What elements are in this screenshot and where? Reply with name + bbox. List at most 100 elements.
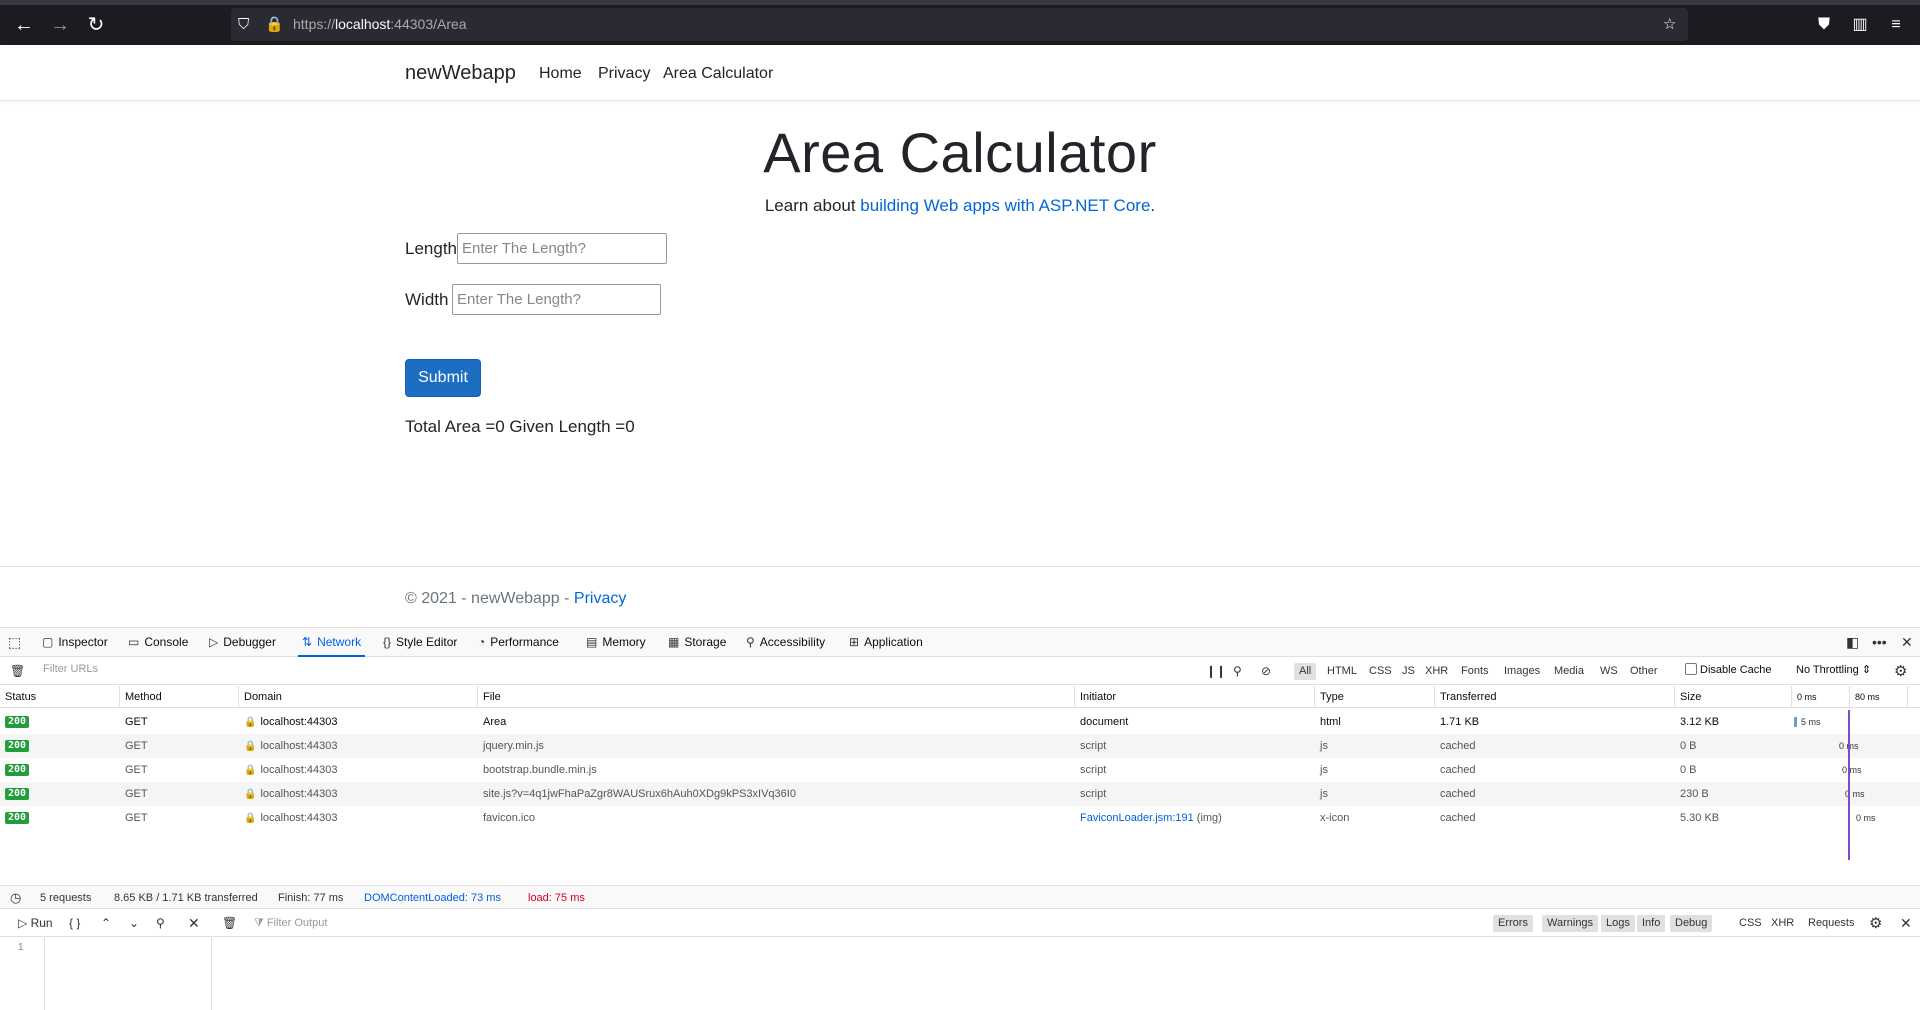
timer-icon[interactable]: ◷: [10, 886, 21, 910]
accessibility-icon: ⚲: [746, 635, 755, 649]
tab-console[interactable]: ▭ Console: [128, 628, 188, 657]
run-button[interactable]: ▷ Run: [18, 910, 53, 937]
search-icon[interactable]: ⚲: [156, 910, 165, 937]
close-devtools-icon[interactable]: ✕: [1901, 628, 1913, 657]
brand-link[interactable]: newWebapp: [405, 62, 516, 85]
forward-icon[interactable]: →: [45, 10, 75, 40]
sidebar-icon[interactable]: ▥: [1845, 10, 1875, 40]
filter-images[interactable]: Images: [1499, 663, 1545, 680]
pocket-icon[interactable]: ⛊: [1809, 10, 1839, 40]
search-icon[interactable]: ⚲: [1233, 658, 1242, 685]
initiator-cell: script: [1080, 764, 1107, 776]
col-type[interactable]: Type: [1315, 686, 1435, 708]
filter-ws[interactable]: WS: [1595, 663, 1623, 680]
block-icon[interactable]: ⊘: [1261, 658, 1271, 685]
size-cell: 230 B: [1680, 788, 1709, 800]
bookmark-star-icon[interactable]: ☆: [1663, 8, 1676, 41]
level-errors[interactable]: Errors: [1493, 915, 1533, 932]
col-status[interactable]: Status: [0, 686, 120, 708]
submit-button[interactable]: Submit: [405, 359, 481, 397]
nav-home[interactable]: Home: [539, 65, 582, 83]
tab-debugger[interactable]: ▷ Debugger: [209, 628, 276, 657]
settings-gear-icon[interactable]: ⚙: [1894, 658, 1907, 685]
col-domain[interactable]: Domain: [239, 686, 478, 708]
address-bar[interactable]: ⛉ 🔒 https://localhost:44303/Area ☆: [231, 8, 1688, 41]
tab-performance[interactable]: ◔ Performance: [478, 628, 559, 657]
requests-table-header: Status Method Domain File Initiator Type…: [0, 686, 1920, 708]
length-input[interactable]: [457, 233, 667, 264]
nav-area-calculator[interactable]: Area Calculator: [663, 65, 773, 83]
tab-style-editor[interactable]: {} Style Editor: [383, 628, 457, 657]
tab-storage[interactable]: ▦ Storage: [668, 628, 726, 657]
close-editor-icon[interactable]: ✕: [188, 910, 200, 937]
shield-icon[interactable]: ⛉: [238, 8, 249, 41]
footer-privacy-link[interactable]: Privacy: [574, 590, 626, 607]
aspnet-docs-link[interactable]: building Web apps with ASP.NET Core: [860, 196, 1150, 215]
toggle-xhr[interactable]: XHR: [1771, 915, 1794, 932]
tab-inspector[interactable]: ▢ Inspector: [42, 628, 108, 657]
filter-other[interactable]: Other: [1625, 663, 1663, 680]
console-settings-icon[interactable]: ⚙: [1869, 910, 1882, 937]
level-warnings[interactable]: Warnings: [1542, 915, 1599, 932]
filter-fonts[interactable]: Fonts: [1456, 663, 1494, 680]
console-editor[interactable]: 1: [0, 938, 212, 1010]
back-icon[interactable]: ←: [9, 10, 39, 40]
tab-memory[interactable]: ▤ Memory: [586, 628, 646, 657]
url-text[interactable]: https://localhost:44303/Area: [293, 8, 467, 41]
close-console-icon[interactable]: ✕: [1900, 910, 1912, 937]
table-row[interactable]: 200 GET 🔒 localhost:44303 Area document h…: [0, 710, 1920, 734]
checkbox-box[interactable]: [1685, 663, 1697, 675]
transferred-cell: cached: [1440, 764, 1476, 776]
filter-output-input[interactable]: ⧩ Filter Output: [254, 910, 327, 937]
footer-divider: [0, 566, 1920, 567]
col-initiator[interactable]: Initiator: [1075, 686, 1315, 708]
disable-cache-checkbox[interactable]: Disable Cache: [1685, 663, 1772, 676]
tab-application[interactable]: ⊞ Application: [849, 628, 923, 657]
table-row[interactable]: 200 GET 🔒 localhost:44303 jquery.min.js s…: [0, 734, 1920, 758]
filter-xhr[interactable]: XHR: [1420, 663, 1453, 680]
dock-icon[interactable]: ◧: [1846, 628, 1859, 657]
col-file[interactable]: File: [478, 686, 1075, 708]
lock-icon[interactable]: 🔒: [265, 8, 284, 41]
level-info[interactable]: Info: [1637, 915, 1666, 932]
col-method[interactable]: Method: [120, 686, 239, 708]
level-debug[interactable]: Debug: [1670, 915, 1713, 932]
request-count: 5 requests: [40, 892, 92, 904]
filter-js[interactable]: JS: [1397, 663, 1420, 680]
menu-icon[interactable]: ≡: [1881, 10, 1911, 40]
filter-urls-input[interactable]: Filter URLs: [43, 663, 98, 675]
clear-trash-icon[interactable]: 🗑: [10, 658, 25, 685]
more-options-icon[interactable]: •••: [1872, 628, 1887, 657]
load-time: load: 75 ms: [528, 892, 585, 904]
tab-network[interactable]: ⇅ Network: [298, 628, 366, 657]
nav-privacy[interactable]: Privacy: [598, 65, 650, 83]
tab-accessibility[interactable]: ⚲ Accessibility: [746, 628, 825, 657]
throttling-select[interactable]: No Throttling ⇕: [1796, 663, 1871, 676]
filter-html[interactable]: HTML: [1322, 663, 1362, 680]
col-transferred[interactable]: Transferred: [1435, 686, 1675, 708]
history-down-icon[interactable]: ⌄: [129, 910, 139, 937]
reload-icon[interactable]: ↻: [81, 10, 111, 40]
pick-element-icon[interactable]: ⬚: [8, 628, 21, 657]
table-row[interactable]: 200 GET 🔒 localhost:44303 site.js?v=4q1jw…: [0, 782, 1920, 806]
filter-media[interactable]: Media: [1549, 663, 1589, 680]
col-size[interactable]: Size: [1675, 686, 1792, 708]
table-row[interactable]: 200 GET 🔒 localhost:44303 favicon.ico Fav…: [0, 806, 1920, 830]
width-input[interactable]: [452, 284, 661, 315]
toggle-css[interactable]: CSS: [1739, 915, 1762, 932]
initiator-link[interactable]: FaviconLoader.jsm:191: [1080, 812, 1194, 824]
initiator-cell: script: [1080, 740, 1107, 752]
history-up-icon[interactable]: ⌃: [101, 910, 111, 937]
clear-console-icon[interactable]: 🗑: [222, 910, 237, 937]
level-logs[interactable]: Logs: [1601, 915, 1635, 932]
devtools-tabbar: ⬚ ▢ Inspector ▭ Console ▷ Debugger ⇅ Network…: [0, 628, 1920, 657]
network-icon: ⇅: [302, 635, 313, 649]
pause-icon[interactable]: ❙❙: [1206, 658, 1226, 685]
pretty-print-button[interactable]: { }: [69, 910, 80, 937]
filter-css[interactable]: CSS: [1364, 663, 1397, 680]
filter-all[interactable]: All: [1294, 663, 1317, 680]
site-navbar: newWebapp Home Privacy Area Calculator: [0, 45, 1920, 101]
toggle-requests[interactable]: Requests: [1808, 915, 1854, 932]
table-row[interactable]: 200 GET 🔒 localhost:44303 bootstrap.bundl…: [0, 758, 1920, 782]
line-gutter: 1: [0, 938, 45, 1010]
